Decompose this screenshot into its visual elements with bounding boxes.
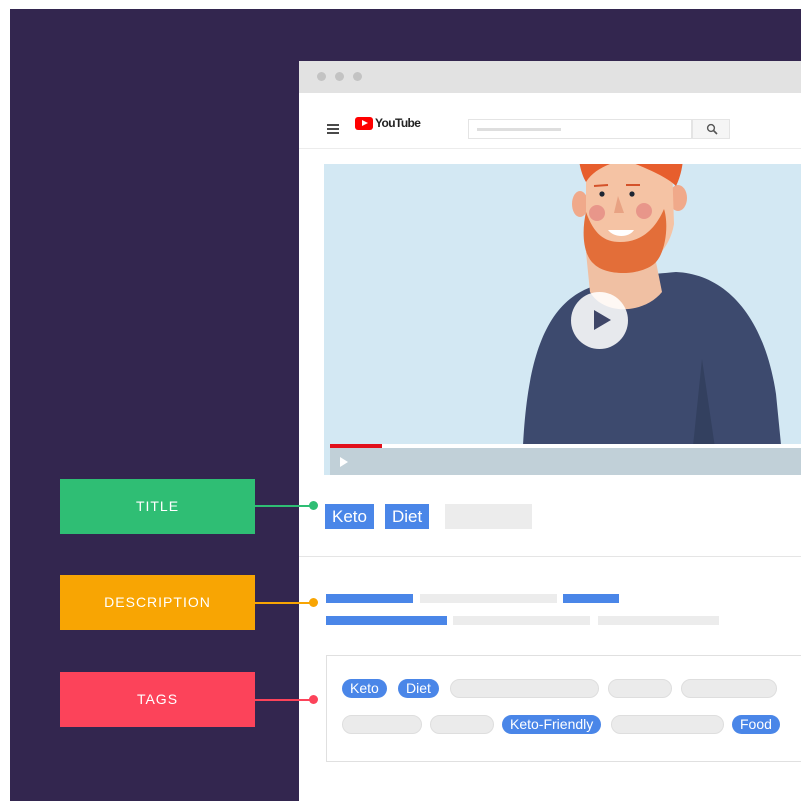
description-label: DESCRIPTION (60, 575, 255, 630)
description-text-bar (453, 616, 590, 625)
title-keyword: Diet (385, 504, 430, 529)
header-divider (299, 148, 801, 149)
tags-label: TAGS (60, 672, 255, 727)
description-keyword-bar (326, 594, 413, 603)
tag-placeholder (611, 715, 724, 734)
youtube-play-icon (355, 117, 373, 130)
video-player[interactable] (324, 164, 801, 475)
tag-placeholder (342, 715, 422, 734)
description-text-bar (420, 594, 557, 603)
title-keyword: Keto (325, 504, 374, 529)
title-label: TITLE (60, 479, 255, 534)
presenter-illustration (522, 164, 784, 475)
description-connector-dot (309, 598, 318, 607)
tags-connector-line (255, 699, 313, 701)
search-icon (706, 123, 718, 135)
play-icon[interactable] (571, 292, 628, 349)
description-keyword-bar (563, 594, 619, 603)
window-dot[interactable] (317, 72, 326, 81)
small-play-icon[interactable] (340, 457, 348, 467)
window-dot[interactable] (335, 72, 344, 81)
title-connector-dot (309, 501, 318, 510)
description-text-bar (598, 616, 719, 625)
browser-window: YouTube Keto Diet Keto Diet Keto-Friendl… (299, 61, 801, 801)
video-progress-track[interactable] (330, 444, 801, 448)
video-controls-bar (330, 446, 801, 475)
title-placeholder (445, 504, 532, 529)
tag-placeholder (430, 715, 494, 734)
hamburger-menu-icon[interactable] (327, 124, 339, 134)
tag-placeholder (450, 679, 599, 698)
tag-chip[interactable]: Diet (398, 679, 439, 698)
browser-title-bar (299, 61, 801, 93)
section-divider (299, 556, 801, 557)
search-input[interactable] (468, 119, 692, 139)
search-placeholder-bar (477, 128, 561, 131)
video-progress-fill (330, 444, 382, 448)
tag-placeholder (608, 679, 672, 698)
description-connector-line (255, 602, 313, 604)
youtube-logo-text: YouTube (375, 116, 421, 130)
search-button[interactable] (692, 119, 730, 139)
window-dot[interactable] (353, 72, 362, 81)
tag-chip[interactable]: Food (732, 715, 780, 734)
tag-chip[interactable]: Keto (342, 679, 387, 698)
tag-placeholder (681, 679, 777, 698)
tags-box: Keto Diet Keto-Friendly Food (326, 655, 801, 762)
tags-connector-dot (309, 695, 318, 704)
description-keyword-bar (326, 616, 447, 625)
tag-chip[interactable]: Keto-Friendly (502, 715, 602, 734)
background-frame: YouTube Keto Diet Keto Diet Keto-Friendl… (10, 9, 801, 801)
title-connector-line (255, 505, 313, 507)
